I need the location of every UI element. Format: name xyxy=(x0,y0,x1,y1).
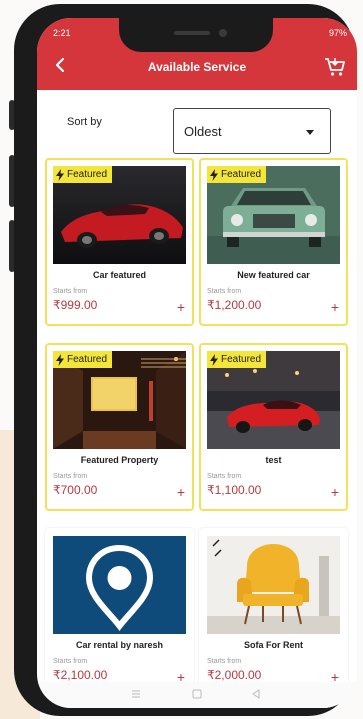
product-price: ₹1,100.00 xyxy=(207,483,262,497)
starts-from-label: Starts from xyxy=(53,658,88,665)
status-indicators: 97% xyxy=(328,28,347,38)
page-title: Available Service xyxy=(147,60,247,74)
add-icon[interactable]: + xyxy=(328,485,342,499)
lightning-icon xyxy=(56,353,64,366)
product-name: Sofa For Rent xyxy=(243,640,303,650)
product-name: New featured car xyxy=(237,270,310,280)
status-time: 2:21 xyxy=(53,28,71,38)
dropdown-arrow-icon xyxy=(306,130,314,135)
starts-from-label: Starts from xyxy=(53,473,88,480)
app-screen: 2:21 97% Available Service Sort by Oldes… xyxy=(37,18,357,708)
product-price: ₹999.00 xyxy=(53,298,98,312)
product-price: ₹1,200.00 xyxy=(207,298,262,312)
starts-from-label: Starts from xyxy=(53,288,88,295)
product-card[interactable]: Featured test Starts from ₹1,100.00 + xyxy=(199,343,348,511)
starts-from-label: Starts from xyxy=(207,473,242,480)
product-image: Featured xyxy=(53,351,186,449)
featured-badge: Featured xyxy=(53,166,113,183)
product-card[interactable]: Featured New featured car Starts from ₹1… xyxy=(199,158,348,326)
featured-badge: Featured xyxy=(207,166,267,183)
product-name: test xyxy=(265,455,282,465)
product-card[interactable]: Sofa For Rent Starts from ₹2,000.00 + xyxy=(199,528,348,696)
sort-dropdown[interactable]: Oldest xyxy=(173,108,331,154)
product-image: Featured xyxy=(207,351,340,449)
add-icon[interactable]: + xyxy=(174,485,188,499)
product-name: Car featured xyxy=(92,270,146,280)
featured-badge-label: Featured xyxy=(67,354,108,365)
product-image xyxy=(53,536,186,634)
lightning-icon xyxy=(210,168,218,181)
lightning-icon xyxy=(56,168,64,181)
home-icon[interactable] xyxy=(192,689,202,699)
product-price: ₹2,100.00 xyxy=(53,668,108,682)
phone-frame: 2:21 97% Available Service Sort by Oldes… xyxy=(14,4,357,716)
product-image xyxy=(207,536,340,634)
product-card[interactable]: Featured Car featured Starts from ₹999.0… xyxy=(45,158,194,326)
sort-row: Sort by Oldest xyxy=(37,90,357,158)
featured-badge-label: Featured xyxy=(221,169,262,180)
add-icon[interactable]: + xyxy=(174,300,188,314)
camera-icon xyxy=(219,29,227,37)
phone-notch xyxy=(119,18,273,52)
starts-from-label: Starts from xyxy=(207,658,242,665)
back-arrow-icon[interactable] xyxy=(51,54,79,82)
speaker-icon xyxy=(174,31,210,35)
system-nav-bar xyxy=(37,682,357,708)
menu-icon[interactable] xyxy=(131,689,141,699)
app-header: 2:21 97% Available Service xyxy=(37,18,357,90)
product-image: Featured xyxy=(53,166,186,264)
product-card[interactable]: Featured Featured Property Starts from ₹… xyxy=(45,343,194,511)
stage: 2:21 97% Available Service Sort by Oldes… xyxy=(0,0,363,719)
product-name: Car rental by naresh xyxy=(75,640,164,650)
product-price: ₹700.00 xyxy=(53,483,98,497)
cart-icon[interactable] xyxy=(323,56,349,80)
starts-from-label: Starts from xyxy=(207,288,242,295)
featured-badge-label: Featured xyxy=(221,354,262,365)
featured-badge-label: Featured xyxy=(67,169,108,180)
featured-badge: Featured xyxy=(53,351,113,368)
product-price: ₹2,000.00 xyxy=(207,668,262,682)
featured-badge: Featured xyxy=(207,351,267,368)
product-card[interactable]: Car rental by naresh Starts from ₹2,100.… xyxy=(45,528,194,696)
sort-selected-value: Oldest xyxy=(184,124,222,139)
product-name: Featured Property xyxy=(80,455,159,465)
back-icon[interactable] xyxy=(251,689,261,699)
add-icon[interactable]: + xyxy=(328,300,342,314)
lightning-icon xyxy=(210,353,218,366)
sort-label: Sort by xyxy=(67,116,102,128)
product-image: Featured xyxy=(207,166,340,264)
